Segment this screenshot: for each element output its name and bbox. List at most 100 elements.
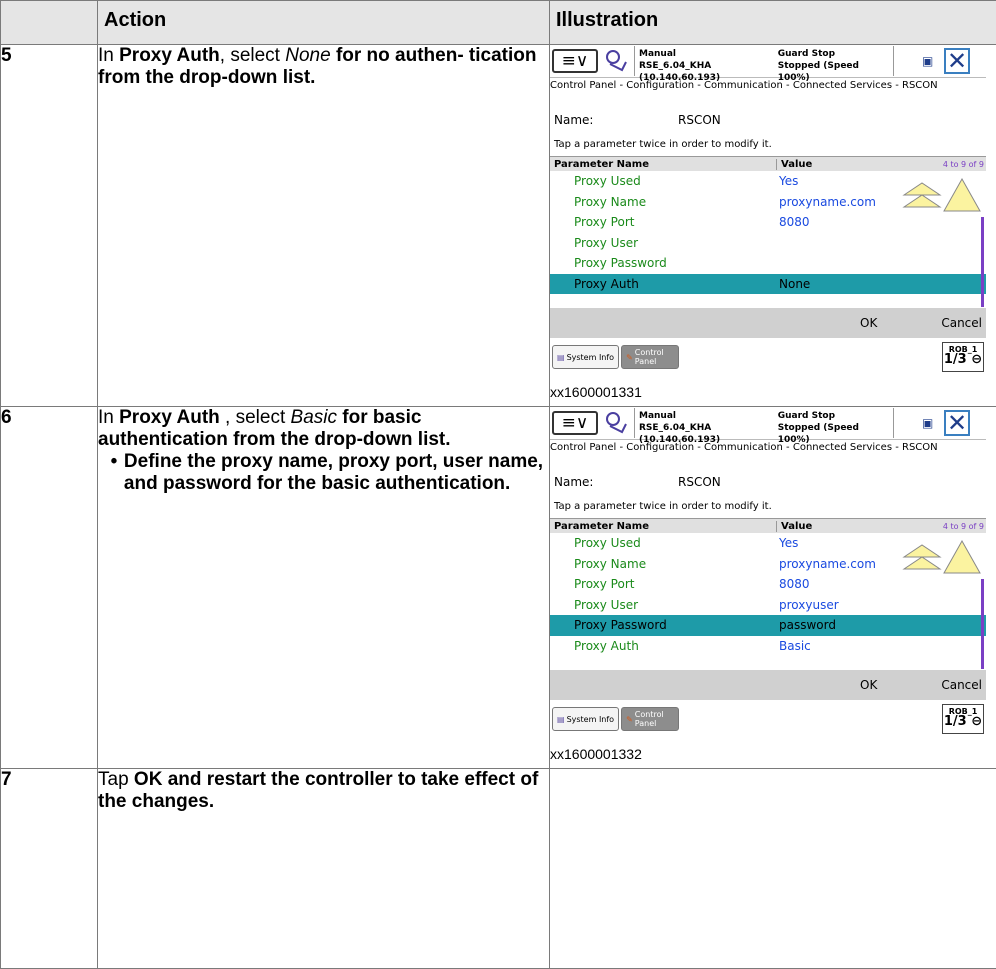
bullet-item: •Define the proxy name, proxy port, user… (98, 451, 549, 495)
name-label: Name: (554, 113, 678, 127)
taskbar-control-label: Control Panel (635, 348, 674, 366)
ok-cancel-bar: OK Cancel (550, 670, 986, 700)
param-row[interactable]: Proxy Port8080 (550, 574, 986, 595)
param-name: Proxy User (550, 236, 777, 250)
close-button[interactable]: ✕ (944, 48, 970, 74)
param-row[interactable]: Proxy AuthBasic (550, 636, 986, 657)
robot-status-icon (604, 48, 630, 74)
taskbar-system-label: System Info (567, 715, 615, 724)
param-name: Proxy Name (550, 557, 777, 571)
abb-menu-button[interactable]: ≡∨ (552, 411, 598, 435)
status-box: ManualRSE_6.04_KHA (10.140.60.193) Guard… (634, 46, 894, 76)
taskbar-control-panel[interactable]: ✎Control Panel (621, 345, 679, 369)
scroll-arrows-icon[interactable] (902, 177, 982, 213)
quickset-icon[interactable]: ▣ (922, 416, 936, 430)
ok-cancel-bar: OK Cancel (550, 308, 986, 338)
param-name: Proxy User (550, 598, 777, 612)
grid-header: Parameter Name Value 4 to 9 of 9 (550, 519, 986, 533)
param-value: 8080 (777, 577, 947, 591)
grid-header: Parameter Name Value 4 to 9 of 9 (550, 157, 986, 171)
param-row[interactable]: Proxy Password (550, 253, 986, 274)
range-indicator: 4 to 9 of 9 (897, 160, 986, 169)
step-number: 6 (1, 407, 98, 769)
action-text: In (98, 45, 119, 66)
ok-button[interactable]: OK (860, 678, 877, 692)
guard-label: Guard Stop (778, 48, 893, 60)
table-row: 7 Tap OK and restart the controller to t… (1, 769, 996, 969)
state-label: Stopped (Speed 100%) (778, 60, 893, 84)
param-value: None (777, 277, 947, 291)
cancel-button[interactable]: Cancel (941, 678, 982, 692)
parameter-grid: Parameter Name Value 4 to 9 of 9 Proxy U… (550, 156, 986, 306)
flexpendant-screen: ≡∨ ManualRSE_6.04_KHA (10.140.60.193) Gu… (550, 45, 986, 374)
rob-fraction: 1/3 (944, 714, 967, 729)
range-indicator: 4 to 9 of 9 (897, 522, 986, 531)
rob-status-button[interactable]: ROB_11/3 ⊖ (942, 342, 984, 372)
step-illustration (550, 769, 996, 969)
quickset-icon[interactable]: ▣ (922, 54, 936, 68)
close-button[interactable]: ✕ (944, 410, 970, 436)
flexpendant-screen: ≡∨ ManualRSE_6.04_KHA (10.140.60.193) Gu… (550, 407, 986, 736)
ok-button[interactable]: OK (860, 316, 877, 330)
step-action: In Proxy Auth , select Basic for basic a… (98, 407, 550, 769)
param-name: Proxy Used (550, 536, 777, 550)
taskbar-system-info[interactable]: ▤System Info (552, 345, 619, 369)
header-action: Action (98, 1, 550, 45)
bullet-text: Define the proxy name, proxy port, user … (124, 451, 549, 495)
param-row[interactable]: Proxy Port8080 (550, 212, 986, 233)
param-name: Proxy Password (550, 618, 777, 632)
param-row-selected[interactable]: Proxy Passwordpassword (550, 615, 986, 636)
guard-label: Guard Stop (778, 410, 893, 422)
action-text: Tap (98, 769, 134, 790)
name-row: Name:RSCON (550, 113, 986, 127)
table-row: 6 In Proxy Auth , select Basic for basic… (1, 407, 996, 769)
col-parameter-name: Parameter Name (550, 521, 777, 532)
fp-status-bar: ≡∨ ManualRSE_6.04_KHA (10.140.60.193) Gu… (550, 45, 986, 77)
param-name: Proxy Name (550, 195, 777, 209)
scrollbar[interactable] (981, 579, 984, 669)
col-value: Value (777, 521, 897, 532)
speed-icon: ⊖ (971, 714, 982, 729)
name-value: RSCON (678, 113, 721, 127)
action-italic: Basic (291, 407, 337, 428)
action-text: In (98, 407, 119, 428)
action-text: , select (220, 407, 291, 428)
taskbar-system-label: System Info (567, 353, 615, 362)
cancel-button[interactable]: Cancel (941, 316, 982, 330)
rob-fraction: 1/3 (944, 352, 967, 367)
hint-text: Tap a parameter twice in order to modify… (550, 139, 986, 150)
figure-caption: xx1600001332 (550, 746, 996, 768)
step-action: Tap OK and restart the controller to tak… (98, 769, 550, 969)
table-row: 5 In Proxy Auth, select None for no auth… (1, 45, 996, 407)
param-value: password (777, 618, 947, 632)
scrollbar[interactable] (981, 217, 984, 307)
table-header-row: Action Illustration (1, 1, 996, 45)
taskbar-control-panel[interactable]: ✎Control Panel (621, 707, 679, 731)
param-row[interactable]: Proxy User (550, 233, 986, 254)
status-box: ManualRSE_6.04_KHA (10.140.60.193) Guard… (634, 408, 894, 438)
scroll-arrows-icon[interactable] (902, 539, 982, 575)
param-value: Basic (777, 639, 947, 653)
header-illustration: Illustration (550, 1, 996, 45)
name-label: Name: (554, 475, 678, 489)
param-row-selected[interactable]: Proxy AuthNone (550, 274, 986, 295)
param-value: proxyuser (777, 598, 947, 612)
abb-menu-button[interactable]: ≡∨ (552, 49, 598, 73)
action-bold: Proxy Auth (119, 407, 220, 428)
fp-status-bar: ≡∨ ManualRSE_6.04_KHA (10.140.60.193) Gu… (550, 407, 986, 439)
hint-text: Tap a parameter twice in order to modify… (550, 501, 986, 512)
figure-caption: xx1600001331 (550, 384, 996, 406)
action-text: and restart the controller to take effec… (98, 769, 538, 812)
system-label: RSE_6.04_KHA (10.140.60.193) (639, 422, 778, 446)
wrench-icon: ✎ (626, 353, 633, 362)
rob-status-button[interactable]: ROB_11/3 ⊖ (942, 704, 984, 734)
param-row[interactable]: Proxy Userproxyuser (550, 595, 986, 616)
action-bold: Proxy Auth (119, 45, 220, 66)
bullet-dot: • (104, 451, 124, 495)
wrench-icon: ✎ (626, 715, 633, 724)
param-name: Proxy Port (550, 215, 777, 229)
robot-status-icon (604, 410, 630, 436)
col-parameter-name: Parameter Name (550, 159, 777, 170)
system-info-icon: ▤ (557, 353, 565, 362)
taskbar-system-info[interactable]: ▤System Info (552, 707, 619, 731)
